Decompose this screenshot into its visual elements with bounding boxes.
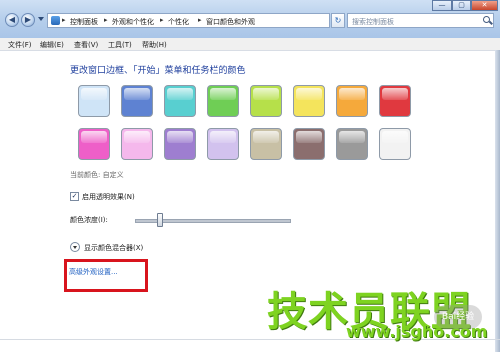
- breadcrumb-control-panel[interactable]: 控制面板: [70, 17, 98, 27]
- breadcrumb-appearance[interactable]: 外观和个性化: [112, 17, 154, 27]
- color-swatch-sea[interactable]: [164, 85, 196, 117]
- breadcrumb-window-color[interactable]: 窗口颜色和外观: [206, 17, 255, 27]
- color-swatch-pumpkin[interactable]: [336, 85, 368, 117]
- color-swatch-lavender[interactable]: [207, 128, 239, 160]
- back-arrow-icon: ◀: [8, 15, 16, 24]
- color-swatch-leaf[interactable]: [207, 85, 239, 117]
- color-swatch-slate[interactable]: [336, 128, 368, 160]
- refresh-button[interactable]: ↻: [331, 13, 345, 28]
- menu-view[interactable]: 查看(V): [74, 40, 98, 50]
- color-swatch-chocolate[interactable]: [293, 128, 325, 160]
- control-panel-window: — ▢ ✕ ◀ ▶ ▸ 控制面板 ▸ 外观和个性化 ▸ 个性化 ▸ 窗口颜色和外…: [0, 0, 500, 352]
- menu-bar: 文件(F) 编辑(E) 查看(V) 工具(T) 帮助(H): [0, 38, 500, 51]
- color-swatch-sky[interactable]: [78, 85, 110, 117]
- menu-help[interactable]: 帮助(H): [142, 40, 167, 50]
- transparency-checkbox[interactable]: ✓: [70, 192, 79, 201]
- search-placeholder: 搜索控制面板: [352, 18, 394, 26]
- breadcrumb-personalization[interactable]: 个性化: [168, 17, 189, 27]
- current-color-label: 当前颜色: 自定义: [70, 171, 124, 179]
- color-mixer-toggle[interactable]: 显示颜色混合器(X): [84, 243, 143, 253]
- menu-file[interactable]: 文件(F): [8, 40, 32, 50]
- color-swatch-frost[interactable]: [379, 128, 411, 160]
- watermark-badge: Bai经验: [434, 305, 482, 329]
- color-swatch-fuchsia[interactable]: [78, 128, 110, 160]
- transparency-label[interactable]: 启用透明效果(N): [82, 192, 135, 202]
- minimize-button[interactable]: —: [432, 0, 452, 11]
- back-button[interactable]: ◀: [5, 13, 19, 27]
- close-button[interactable]: ✕: [471, 0, 498, 11]
- recent-pages-dropdown-icon[interactable]: [38, 17, 44, 21]
- search-icon[interactable]: [483, 16, 490, 23]
- intensity-label: 颜色浓度(I):: [70, 216, 108, 224]
- breadcrumb-separator-icon[interactable]: ▸: [62, 16, 66, 24]
- expand-mixer-icon[interactable]: [70, 242, 80, 252]
- color-swatch-blush[interactable]: [121, 128, 153, 160]
- color-swatch-ruby[interactable]: [379, 85, 411, 117]
- breadcrumb-separator-icon[interactable]: ▸: [104, 16, 108, 24]
- window-frame-edge: [495, 50, 500, 352]
- breadcrumb-separator-icon[interactable]: ▸: [198, 16, 202, 24]
- title-and-address-bar: — ▢ ✕ ◀ ▶ ▸ 控制面板 ▸ 外观和个性化 ▸ 个性化 ▸ 窗口颜色和外…: [0, 0, 500, 39]
- breadcrumb-separator-icon[interactable]: ▸: [160, 16, 164, 24]
- page-heading: 更改窗口边框、「开始」菜单和任务栏的颜色: [70, 66, 246, 76]
- forward-arrow-icon: ▶: [24, 15, 32, 24]
- highlight-box: [64, 259, 148, 292]
- maximize-button[interactable]: ▢: [452, 0, 471, 11]
- address-bar[interactable]: ▸ 控制面板 ▸ 外观和个性化 ▸ 个性化 ▸ 窗口颜色和外观: [47, 13, 330, 28]
- intensity-slider-thumb[interactable]: [156, 213, 163, 227]
- color-swatch-lime[interactable]: [250, 85, 282, 117]
- control-panel-icon: [51, 16, 60, 25]
- menu-tools[interactable]: 工具(T): [108, 40, 132, 50]
- search-box[interactable]: 搜索控制面板: [347, 13, 494, 28]
- color-swatch-twilight[interactable]: [121, 85, 153, 117]
- color-swatch-lemon[interactable]: [293, 85, 325, 117]
- forward-button[interactable]: ▶: [21, 13, 35, 27]
- color-swatch-taupe[interactable]: [250, 128, 282, 160]
- menu-edit[interactable]: 编辑(E): [40, 40, 64, 50]
- color-swatch-violet[interactable]: [164, 128, 196, 160]
